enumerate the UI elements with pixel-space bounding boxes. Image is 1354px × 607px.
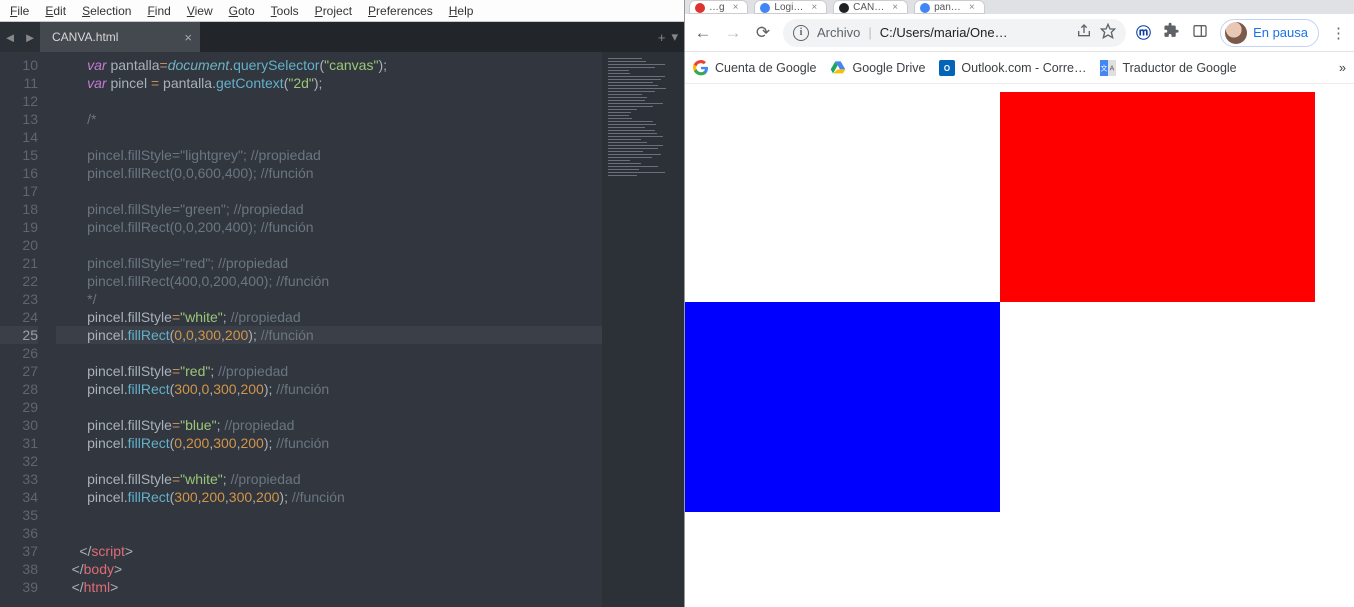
browser-tab[interactable]: pan…× xyxy=(914,0,985,14)
code-content[interactable]: var pantalla=document.querySelector("can… xyxy=(46,52,602,607)
menu-tools[interactable]: Tools xyxy=(263,2,307,20)
menu-goto[interactable]: Goto xyxy=(221,2,263,20)
address-bar[interactable]: i Archivo | C:/Users/maria/One… xyxy=(783,19,1126,47)
bookmark-item[interactable]: Google Drive xyxy=(830,60,925,76)
reload-button[interactable]: ⟳ xyxy=(753,23,773,43)
bookmark-item[interactable]: OOutlook.com - Corre… xyxy=(939,60,1086,76)
browser-tabstrip[interactable]: …g× Logi…× CAN…× pan…× xyxy=(685,0,1354,14)
translate-icon: 文A xyxy=(1100,60,1116,76)
menu-file[interactable]: File xyxy=(2,2,37,20)
code-editor-pane: FileEditSelectionFindViewGotoToolsProjec… xyxy=(0,0,684,607)
tab-menu-button[interactable]: ▾ xyxy=(671,29,678,45)
page-viewport xyxy=(685,84,1354,607)
bookmark-item[interactable]: Cuenta de Google xyxy=(693,60,816,76)
canvas-output xyxy=(685,92,1315,512)
menu-edit[interactable]: Edit xyxy=(37,2,74,20)
extensions-icon[interactable] xyxy=(1163,22,1180,43)
site-info-icon[interactable]: i xyxy=(793,25,809,41)
browser-toolbar: ← → ⟳ i Archivo | C:/Users/maria/One… ⓜ xyxy=(685,14,1354,52)
google-icon xyxy=(693,60,709,76)
bookmark-item[interactable]: 文ATraductor de Google xyxy=(1100,60,1236,76)
browser-tab[interactable]: …g× xyxy=(689,0,748,14)
sidepanel-icon[interactable] xyxy=(1192,23,1208,43)
browser-tab[interactable]: Logi…× xyxy=(754,0,827,14)
profile-chip[interactable]: En pausa xyxy=(1220,19,1319,47)
svg-text:O: O xyxy=(944,64,950,73)
bookmark-star-icon[interactable] xyxy=(1100,23,1116,42)
code-area[interactable]: 1011121314151617181920212223242526272829… xyxy=(0,52,684,607)
drive-icon xyxy=(830,60,846,76)
menu-find[interactable]: Find xyxy=(139,2,178,20)
browser-menu-button[interactable]: ⋮ xyxy=(1331,24,1346,42)
tab-next-button[interactable]: ► xyxy=(20,22,40,52)
url-scheme-label: Archivo xyxy=(817,25,860,40)
profile-label: En pausa xyxy=(1253,25,1308,40)
svg-text:A: A xyxy=(1110,65,1115,72)
editor-menubar[interactable]: FileEditSelectionFindViewGotoToolsProjec… xyxy=(0,0,684,22)
minimap[interactable] xyxy=(602,52,672,607)
tab-prev-button[interactable]: ◄ xyxy=(0,22,20,52)
editor-tab-active[interactable]: CANVA.html × xyxy=(40,22,200,52)
close-icon[interactable]: × xyxy=(184,30,192,45)
share-icon[interactable] xyxy=(1076,23,1092,42)
menu-help[interactable]: Help xyxy=(441,2,482,20)
browser-tab[interactable]: CAN…× xyxy=(833,0,908,14)
forward-button[interactable]: → xyxy=(723,23,743,43)
bookmarks-bar[interactable]: Cuenta de Google Google Drive OOutlook.com… xyxy=(685,52,1354,84)
editor-tabbar: ◄ ► CANVA.html × + ▾ xyxy=(0,22,684,52)
bookmarks-overflow-button[interactable]: » xyxy=(1339,61,1346,75)
menu-view[interactable]: View xyxy=(179,2,221,20)
menu-preferences[interactable]: Preferences xyxy=(360,2,441,20)
menu-project[interactable]: Project xyxy=(307,2,360,20)
vertical-scrollbar[interactable] xyxy=(672,52,684,607)
extension-icon-1[interactable]: ⓜ xyxy=(1136,22,1151,43)
url-path: C:/Users/maria/One… xyxy=(880,25,1008,40)
new-tab-button[interactable]: + xyxy=(658,30,666,45)
menu-selection[interactable]: Selection xyxy=(74,2,139,20)
outlook-icon: O xyxy=(939,60,955,76)
back-button[interactable]: ← xyxy=(693,23,713,43)
editor-tab-label: CANVA.html xyxy=(52,30,118,44)
browser-pane: …g× Logi…× CAN…× pan…× ← → ⟳ i Archivo | C:… xyxy=(684,0,1354,607)
avatar xyxy=(1225,22,1247,44)
line-gutter: 1011121314151617181920212223242526272829… xyxy=(0,52,46,607)
